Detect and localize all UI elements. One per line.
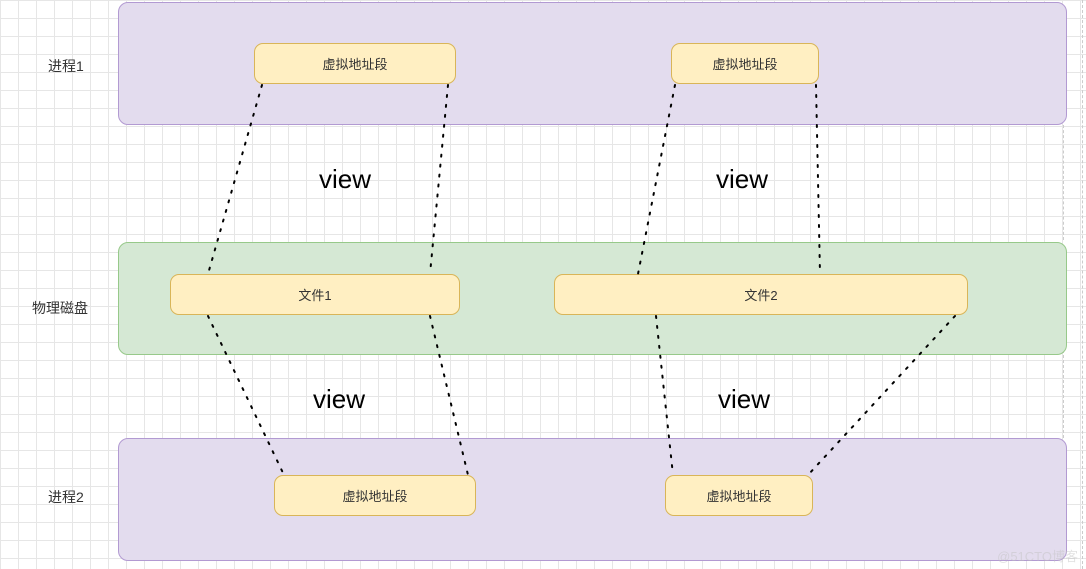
p1-vaddr-1: 虚拟地址段 <box>254 43 456 84</box>
p2-vaddr-1: 虚拟地址段 <box>274 475 476 516</box>
view-label-bl: view <box>313 384 365 415</box>
view-label-tr: view <box>716 164 768 195</box>
process2-container <box>118 438 1067 561</box>
label-process1: 进程1 <box>48 56 84 76</box>
view-label-br: view <box>718 384 770 415</box>
p2-vaddr-2: 虚拟地址段 <box>665 475 813 516</box>
view-label-tl: view <box>319 164 371 195</box>
label-disk: 物理磁盘 <box>32 298 88 318</box>
file2-box: 文件2 <box>554 274 968 315</box>
p1-vaddr-2: 虚拟地址段 <box>671 43 819 84</box>
label-process2: 进程2 <box>48 487 84 507</box>
file1-box: 文件1 <box>170 274 460 315</box>
watermark: @51CTO博客 <box>997 546 1078 565</box>
